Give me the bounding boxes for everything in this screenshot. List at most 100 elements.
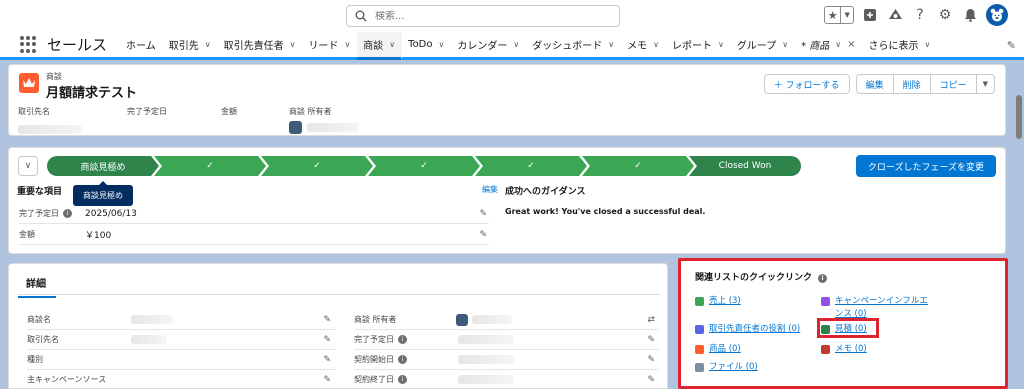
key-fields-title: 重要な項目 — [17, 187, 63, 197]
related-object-icon — [821, 297, 830, 306]
quick-link[interactable]: 取引先責任者の役割 (0) — [709, 323, 800, 336]
redacted-value — [307, 123, 359, 132]
delete-button[interactable]: 削除 — [892, 74, 931, 94]
quick-link[interactable]: 売上 (3) — [709, 295, 741, 308]
nav-tab-label: グループ — [736, 41, 777, 52]
highlight-box-quotes — [817, 318, 879, 338]
edit-nav-icon[interactable]: ✎ — [1007, 39, 1016, 52]
pencil-icon[interactable]: ✎ — [323, 335, 331, 345]
favorites-button[interactable]: ★ ▼ — [824, 6, 854, 24]
nav-tab[interactable]: レポート ∨ — [666, 32, 731, 57]
copy-button[interactable]: コピー — [929, 74, 977, 94]
quick-link[interactable]: ファイル (0) — [709, 361, 758, 374]
settings-icon[interactable]: ⚙ — [936, 6, 954, 24]
user-avatar[interactable] — [986, 4, 1008, 26]
bell-icon[interactable] — [961, 6, 979, 24]
nav-tab[interactable]: リード ∨ — [302, 32, 357, 57]
owner-avatar[interactable] — [456, 313, 468, 326]
info-icon[interactable]: i — [398, 355, 407, 364]
nav-tab[interactable]: さらに表示 ∨ — [863, 32, 938, 57]
page-scrollbar[interactable] — [1016, 95, 1022, 139]
path-step[interactable]: ✓ — [368, 156, 480, 176]
related-object-icon — [695, 345, 704, 354]
owner-avatar[interactable] — [289, 121, 302, 134]
pencil-icon[interactable]: ✎ — [647, 375, 655, 385]
global-header: ★ ▼ ? ⚙ — [0, 0, 1024, 32]
pencil-icon[interactable]: ✎ — [323, 315, 331, 325]
app-launcher-icon[interactable] — [20, 35, 38, 54]
quick-link[interactable]: 商品 (0) — [709, 343, 741, 356]
detail-field-label: 契約開始日 — [354, 355, 394, 364]
nav-tab[interactable]: ダッシュボード ∨ — [526, 32, 621, 57]
path-step[interactable]: ✓ — [154, 156, 266, 176]
nav-tabs: ホーム 取引先 ∨ 取引先責任者 ∨ リード ∨ 商談 ∨ ToDo ∨ カレンダー ∨ ダッシュボード ∨… — [120, 32, 938, 60]
chevron-down-icon[interactable]: ∨ — [439, 40, 445, 49]
nav-tab[interactable]: ToDo ∨ — [402, 32, 451, 57]
nav-tab[interactable]: カレンダー ∨ — [451, 32, 526, 57]
record-object-label: 商談 — [46, 72, 62, 81]
pencil-icon[interactable]: ✎ — [323, 355, 331, 365]
detail-field: 契約開始日 i ✎ — [354, 350, 659, 370]
chevron-down-icon[interactable]: ∨ — [290, 40, 296, 49]
chevron-down-icon[interactable]: ∨ — [653, 40, 659, 49]
chevron-down-icon[interactable]: ∨ — [718, 40, 724, 49]
nav-tab[interactable]: ホーム — [120, 32, 163, 57]
nav-tab[interactable]: グループ ∨ — [731, 32, 795, 57]
nav-tab-label: レポート — [671, 41, 712, 52]
change-closed-stage-button[interactable]: クローズしたフェーズを変更 — [855, 155, 996, 177]
info-icon[interactable]: i — [398, 335, 407, 344]
pencil-icon[interactable]: ✎ — [323, 375, 331, 385]
path-toggle-button[interactable]: ∨ — [18, 156, 38, 176]
chevron-down-icon[interactable]: ∨ — [389, 40, 395, 49]
nav-tab[interactable]: * 商品 ∨ × — [795, 32, 862, 57]
pencil-icon[interactable]: ✎ — [647, 335, 655, 345]
info-icon[interactable]: i — [63, 209, 72, 218]
nav-tab[interactable]: メモ ∨ — [621, 32, 666, 57]
quick-links-title: 関連リストのクイックリンク i — [695, 270, 828, 283]
chevron-down-icon[interactable]: ▼ — [841, 7, 853, 23]
nav-tab[interactable]: 取引先 ∨ — [163, 32, 218, 57]
edit-key-fields-link[interactable]: 編集 — [482, 184, 498, 195]
path-step[interactable]: ✓ — [582, 156, 694, 176]
add-icon[interactable] — [861, 6, 879, 24]
star-icon[interactable]: ★ — [825, 7, 842, 23]
path-step[interactable]: Closed Won — [689, 156, 801, 176]
nav-tab-label: 取引先責任者 — [223, 41, 284, 52]
chevron-down-icon[interactable]: ∨ — [513, 40, 519, 49]
redacted-value — [131, 335, 167, 344]
redacted-value — [458, 335, 514, 344]
global-search[interactable] — [346, 5, 620, 27]
app-name: セールス — [47, 37, 108, 54]
change-owner-icon[interactable]: ⇄ — [647, 315, 655, 325]
path-step[interactable]: 商談見極め — [47, 156, 159, 176]
chevron-down-icon[interactable]: ∨ — [608, 40, 614, 49]
detail-field-label: 取引先名 — [27, 335, 59, 344]
close-tab-icon[interactable]: × — [847, 39, 855, 50]
chevron-down-icon[interactable]: ∨ — [205, 40, 211, 49]
pencil-icon[interactable]: ✎ — [479, 230, 487, 240]
pencil-icon[interactable]: ✎ — [647, 355, 655, 365]
help-icon[interactable]: ? — [911, 6, 929, 24]
path-step[interactable]: ✓ — [261, 156, 373, 176]
nav-tab[interactable]: 取引先責任者 ∨ — [218, 32, 303, 57]
nav-tab[interactable]: 商談 ∨ — [357, 32, 403, 60]
pencil-icon[interactable]: ✎ — [479, 209, 487, 219]
chevron-down-icon[interactable]: ∨ — [835, 40, 841, 49]
info-icon[interactable]: i — [818, 274, 828, 283]
chevron-down-icon[interactable]: ∨ — [782, 40, 788, 49]
trailhead-icon[interactable] — [886, 6, 904, 24]
related-object-icon — [695, 325, 704, 334]
info-icon[interactable]: i — [398, 375, 407, 384]
path-step[interactable]: ✓ — [475, 156, 587, 176]
more-actions-button[interactable]: ▼ — [975, 74, 995, 94]
chevron-down-icon[interactable]: ∨ — [925, 40, 931, 49]
detail-field: 完了予定日 i ✎ — [354, 330, 659, 350]
guidance-title: 成功へのガイダンス — [505, 187, 586, 197]
edit-button[interactable]: 編集 — [855, 74, 894, 94]
nav-tab-label: ダッシュボード — [532, 41, 603, 52]
search-input[interactable] — [375, 10, 615, 22]
follow-button[interactable]: ＋ フォローする — [763, 74, 850, 94]
chevron-down-icon[interactable]: ∨ — [344, 40, 350, 49]
nav-tab-label: ホーム — [126, 41, 156, 52]
quick-link[interactable]: メモ (0) — [835, 343, 867, 356]
